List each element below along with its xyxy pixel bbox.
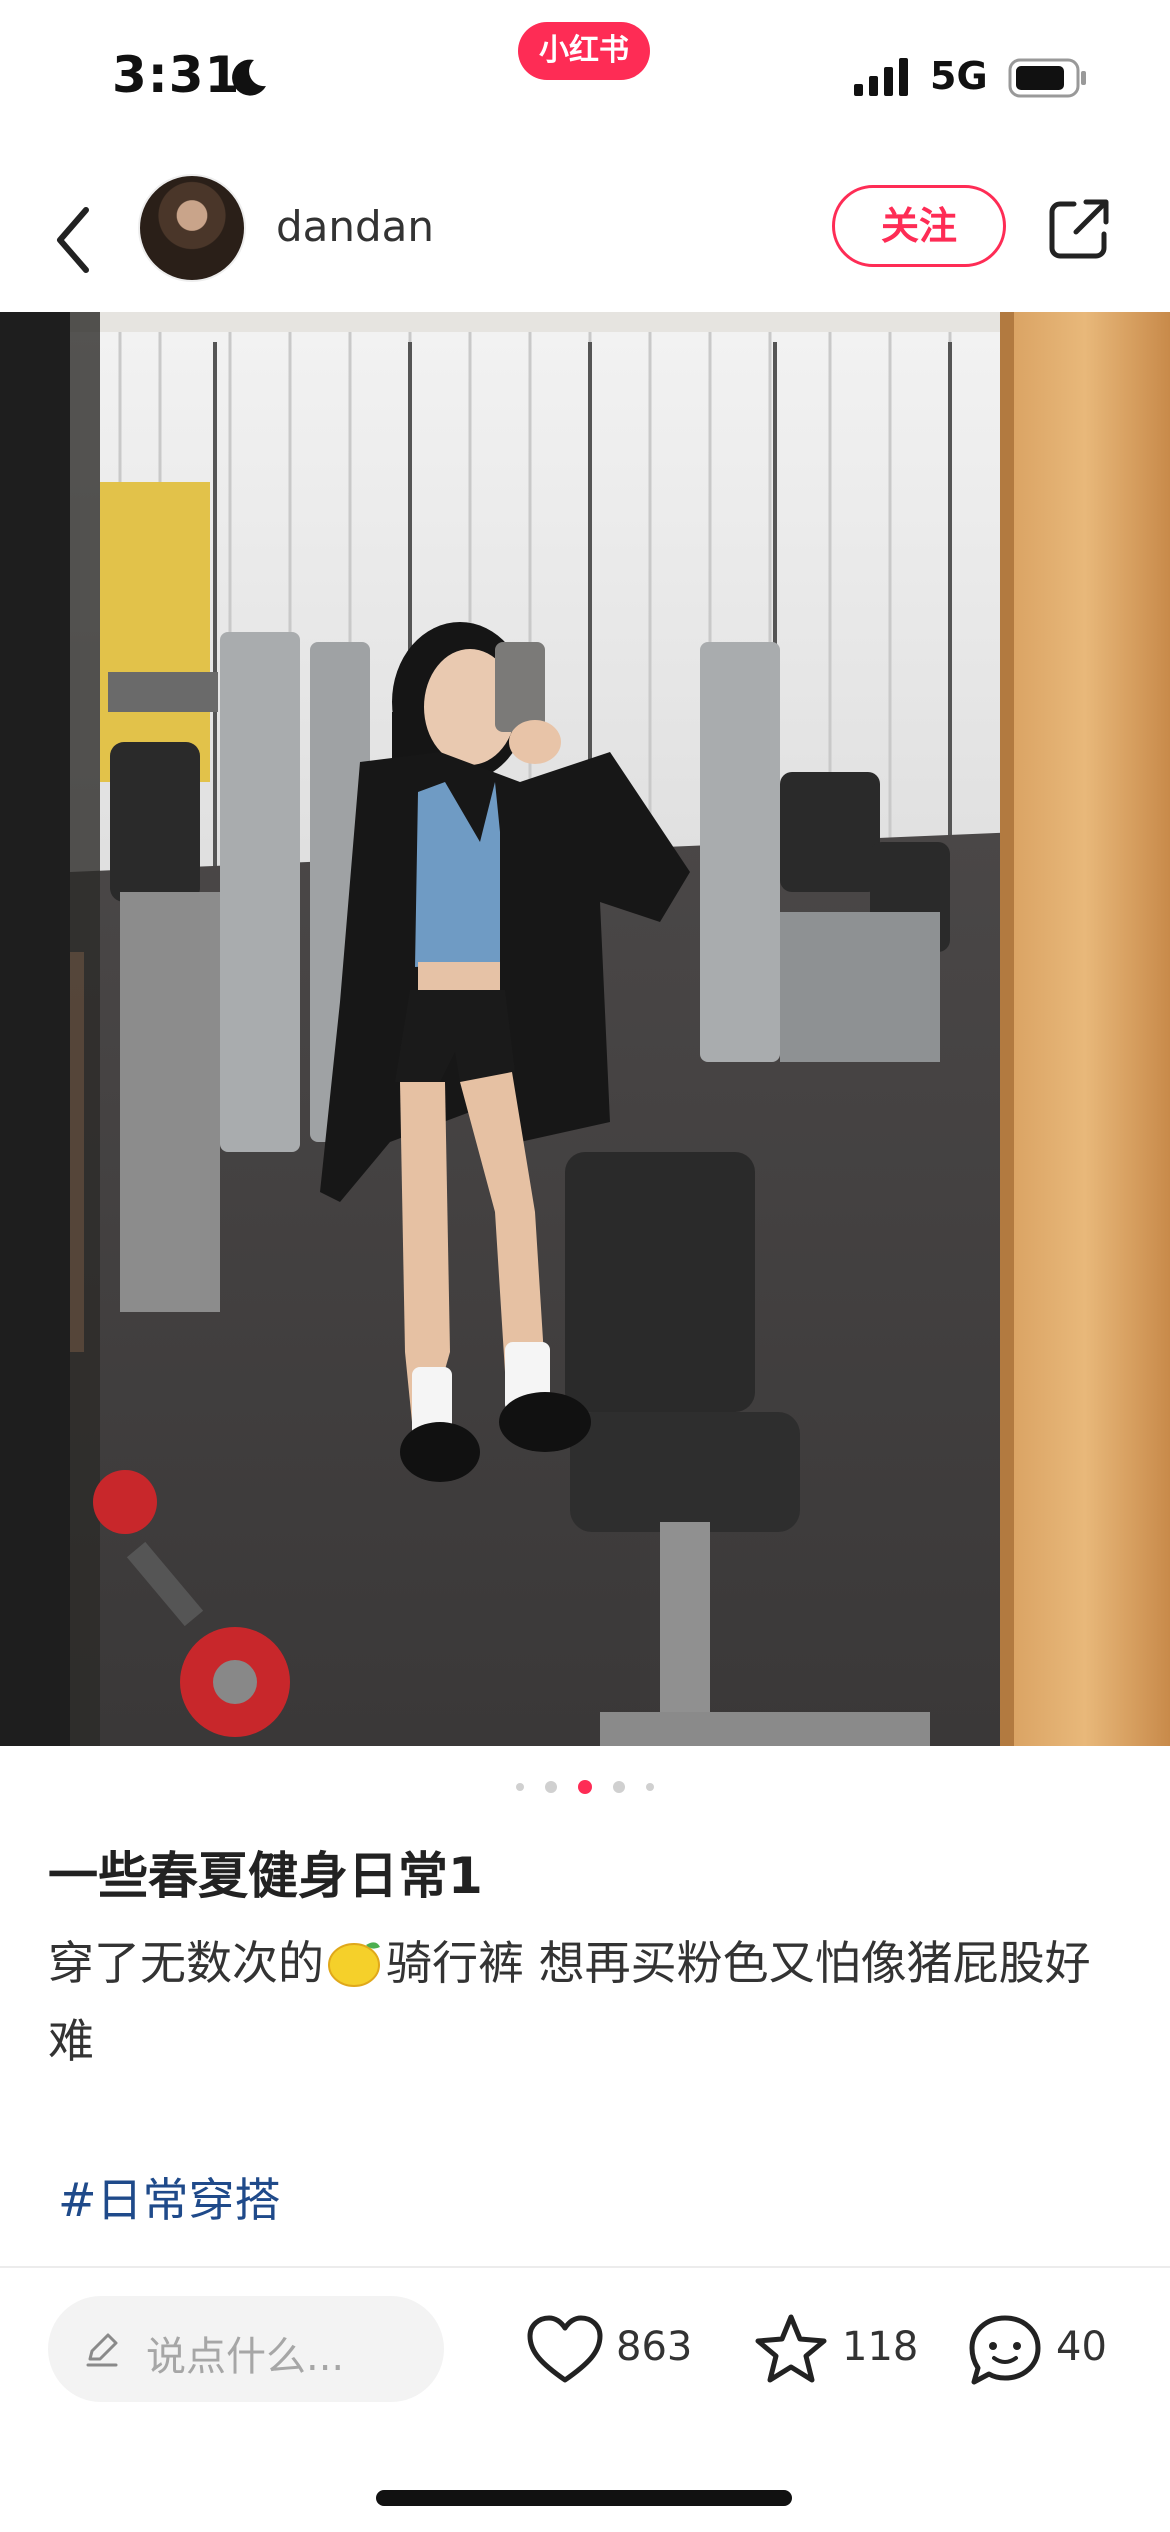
app-badge: 小红书 (518, 22, 650, 80)
back-icon[interactable] (48, 200, 98, 280)
moon-icon (232, 59, 266, 96)
pencil-icon (86, 2333, 118, 2367)
carousel-page-indicator (0, 1776, 1170, 1796)
username[interactable]: dandan (276, 202, 434, 251)
page-dot-4 (613, 1780, 626, 1793)
comment-count: 40 (1056, 2324, 1107, 2370)
post-title: 一些春夏健身日常1 (48, 1847, 483, 1905)
comment-input[interactable]: 说点什么... (48, 2296, 444, 2402)
home-indicator[interactable] (376, 2490, 792, 2506)
star-icon (755, 2314, 827, 2383)
status-time: 3:31 (112, 46, 241, 104)
collect-button[interactable]: 118 (752, 2308, 922, 2392)
status-bar: 3:31 小红书 5G (0, 0, 1170, 150)
post-body: 穿了无数次的 骑行裤 想再买粉色又怕像猪屁股好难 (48, 1924, 1128, 2080)
share-icon[interactable] (1046, 196, 1112, 262)
lemon-icon (328, 1942, 380, 1987)
comment-bubble-icon (969, 2315, 1041, 2385)
page-dot-3-active (578, 1779, 592, 1794)
like-button[interactable]: 863 (526, 2308, 726, 2392)
page-dot-1 (515, 1782, 524, 1791)
network-label: 5G (930, 54, 988, 98)
bottom-divider (0, 2266, 1170, 2268)
like-count: 863 (616, 2324, 693, 2370)
battery-icon (1008, 58, 1086, 98)
page-dot-5 (646, 1782, 655, 1791)
collect-count: 118 (842, 2324, 919, 2370)
post-photo[interactable] (0, 312, 1170, 1746)
hashtag-link[interactable]: #日常穿搭 (58, 2164, 281, 2230)
comment-placeholder: 说点什么... (146, 2334, 345, 2380)
signal-icon (854, 58, 908, 96)
post-body-text-1: 穿了无数次的 (48, 1936, 324, 1990)
avatar[interactable] (138, 174, 246, 282)
comment-button[interactable]: 40 (966, 2308, 1136, 2392)
heart-icon (527, 2315, 603, 2383)
note-detail-screen: 3:31 小红书 5G dandan 关注 一些春夏健身日常1 穿了无数次的 骑… (0, 0, 1170, 2532)
follow-button[interactable]: 关注 (832, 185, 1006, 267)
page-dot-2 (544, 1780, 557, 1793)
top-nav: dandan 关注 (0, 170, 1170, 310)
